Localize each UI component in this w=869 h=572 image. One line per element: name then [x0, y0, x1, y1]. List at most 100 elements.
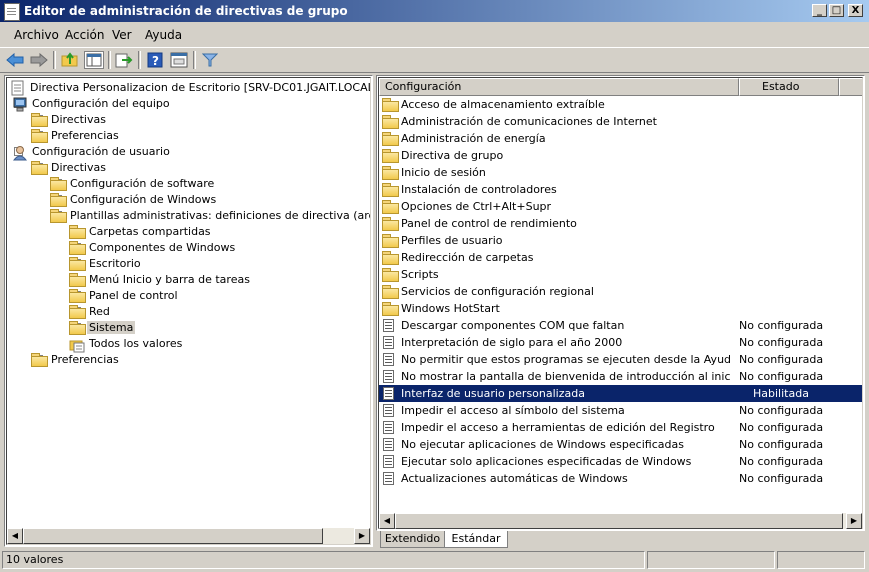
policy-name: Ejecutar solo aplicaciones especificadas… — [401, 455, 692, 468]
list-item[interactable]: Redirección de carpetas — [379, 249, 862, 266]
list-item-label: Scripts — [401, 268, 439, 281]
list-item[interactable]: Directiva de grupo — [379, 147, 862, 164]
tree-pane[interactable]: Directiva Personalizacion de Escritorio … — [4, 75, 373, 547]
folder-icon — [382, 98, 399, 112]
close-button[interactable]: X — [848, 4, 863, 17]
folder-icon — [31, 129, 48, 143]
scroll-right-button[interactable]: ▶ — [846, 513, 862, 529]
help-icon[interactable]: ? — [145, 51, 165, 69]
list-item-label: Acceso de almacenamiento extraíble — [401, 98, 605, 111]
tree-node-label: Configuración de Windows — [70, 193, 217, 206]
table-row[interactable]: Descargar componentes COM que faltan No c… — [379, 317, 862, 334]
folder-icon — [382, 115, 399, 129]
folder-icon — [382, 285, 399, 299]
menu-accion[interactable]: Acción — [65, 28, 104, 42]
minimize-button[interactable]: _ — [812, 4, 827, 17]
list-item[interactable]: Servicios de configuración regional — [379, 283, 862, 300]
folder-icon — [31, 353, 48, 367]
policy-state: No configurada — [739, 421, 824, 434]
scroll-left-button[interactable]: ◀ — [7, 528, 23, 544]
column-header-estado[interactable]: Estado — [739, 78, 839, 96]
column-header-configuracion[interactable]: Configuración — [379, 78, 739, 96]
table-row[interactable]: Interpretación de siglo para el año 2000… — [379, 334, 862, 351]
properties-icon[interactable] — [169, 51, 189, 69]
menu-bar: Archivo Acción Ver Ayuda — [0, 24, 869, 46]
tree-node-label: Directivas — [51, 161, 106, 174]
policy-name: Interpretación de siglo para el año 2000 — [401, 336, 623, 349]
user-icon — [12, 146, 28, 161]
policy-name: Impedir el acceso a herramientas de edic… — [401, 421, 715, 434]
window-title: Editor de administración de directivas d… — [24, 4, 348, 18]
export-list-icon[interactable] — [114, 51, 134, 69]
tab-estandar[interactable]: Estándar — [444, 531, 508, 548]
folder-icon — [50, 209, 67, 223]
policy-state: No configurada — [739, 353, 824, 366]
scroll-thumb[interactable] — [395, 513, 843, 529]
status-cell — [647, 551, 775, 569]
table-row[interactable]: Actualizaciones automáticas de Windows No… — [379, 470, 862, 487]
policy-setting-icon — [383, 438, 394, 451]
list-item[interactable]: Instalación de controladores — [379, 181, 862, 198]
tree-node-label: Panel de control — [89, 289, 178, 302]
list-item-label: Perfiles de usuario — [401, 234, 503, 247]
up-folder-icon[interactable] — [60, 51, 80, 69]
tree-node-label: Preferencias — [51, 129, 119, 142]
list-item[interactable]: Windows HotStart — [379, 300, 862, 317]
table-row[interactable]: No mostrar la pantalla de bienvenida de … — [379, 368, 862, 385]
table-row[interactable]: Impedir el acceso a herramientas de edic… — [379, 419, 862, 436]
table-row[interactable]: Interfaz de usuario personalizada Habilit… — [379, 385, 862, 402]
list-pane[interactable]: Configuración Estado Acceso de almacenam… — [376, 75, 865, 531]
table-row[interactable]: Ejecutar solo aplicaciones especificadas… — [379, 453, 862, 470]
policy-state: No configurada — [739, 472, 824, 485]
list-item[interactable]: Scripts — [379, 266, 862, 283]
scroll-right-button[interactable]: ▶ — [354, 528, 370, 544]
gpo-editor-icon — [4, 3, 20, 21]
policy-state: No configurada — [739, 455, 824, 468]
policy-setting-icon — [383, 472, 394, 485]
tab-extendido[interactable]: Extendido — [380, 531, 444, 548]
list-item[interactable]: Acceso de almacenamiento extraíble — [379, 96, 862, 113]
title-bar: Editor de administración de directivas d… — [0, 0, 869, 22]
tree-node-label: Componentes de Windows — [89, 241, 236, 254]
folder-icon — [382, 166, 399, 180]
table-row[interactable]: No permitir que estos programas se ejecu… — [379, 351, 862, 368]
scroll-thumb[interactable] — [23, 528, 323, 544]
back-icon[interactable] — [5, 51, 25, 69]
list-item[interactable]: Inicio de sesión — [379, 164, 862, 181]
folder-icon — [69, 241, 86, 255]
tree-hscrollbar[interactable]: ◀ ▶ — [7, 528, 370, 544]
policy-name: No permitir que estos programas se ejecu… — [401, 353, 731, 366]
show-hide-tree-icon[interactable] — [84, 51, 104, 69]
list-hscrollbar[interactable]: ◀ ▶ — [379, 513, 862, 529]
folder-icon — [69, 225, 86, 239]
tree-node-label: Escritorio — [89, 257, 141, 270]
list-item[interactable]: Panel de control de rendimiento — [379, 215, 862, 232]
tree-node-label: Plantillas administrativas: definiciones… — [70, 209, 371, 222]
menu-archivo[interactable]: Archivo — [14, 28, 59, 42]
table-row[interactable]: No ejecutar aplicaciones de Windows espe… — [379, 436, 862, 453]
tree-node-label: Preferencias — [51, 353, 119, 366]
tree-node-label: Configuración del equipo — [32, 97, 170, 110]
menu-ayuda[interactable]: Ayuda — [145, 28, 182, 42]
maximize-button[interactable]: □ — [829, 4, 844, 17]
menu-ver[interactable]: Ver — [112, 28, 132, 42]
list-item[interactable]: Opciones de Ctrl+Alt+Supr — [379, 198, 862, 215]
tree-node-label: Configuración de usuario — [32, 145, 170, 158]
list-item[interactable]: Perfiles de usuario — [379, 232, 862, 249]
list-item-label: Panel de control de rendimiento — [401, 217, 577, 230]
toolbar: ? — [0, 47, 869, 73]
scroll-left-button[interactable]: ◀ — [379, 513, 395, 529]
list-item[interactable]: Administración de energía — [379, 130, 862, 147]
all-settings-icon — [69, 340, 85, 353]
svg-text:?: ? — [152, 54, 159, 68]
list-item-label: Inicio de sesión — [401, 166, 486, 179]
filter-icon[interactable] — [200, 51, 220, 69]
list-item[interactable]: Administración de comunicaciones de Inte… — [379, 113, 862, 130]
table-row[interactable]: Impedir el acceso al símbolo del sistema… — [379, 402, 862, 419]
forward-icon[interactable] — [29, 51, 49, 69]
policy-name: Descargar componentes COM que faltan — [401, 319, 625, 332]
folder-icon — [382, 149, 399, 163]
policy-name: Impedir el acceso al símbolo del sistema — [401, 404, 625, 417]
folder-icon — [31, 113, 48, 127]
status-text: 10 valores — [2, 551, 645, 569]
